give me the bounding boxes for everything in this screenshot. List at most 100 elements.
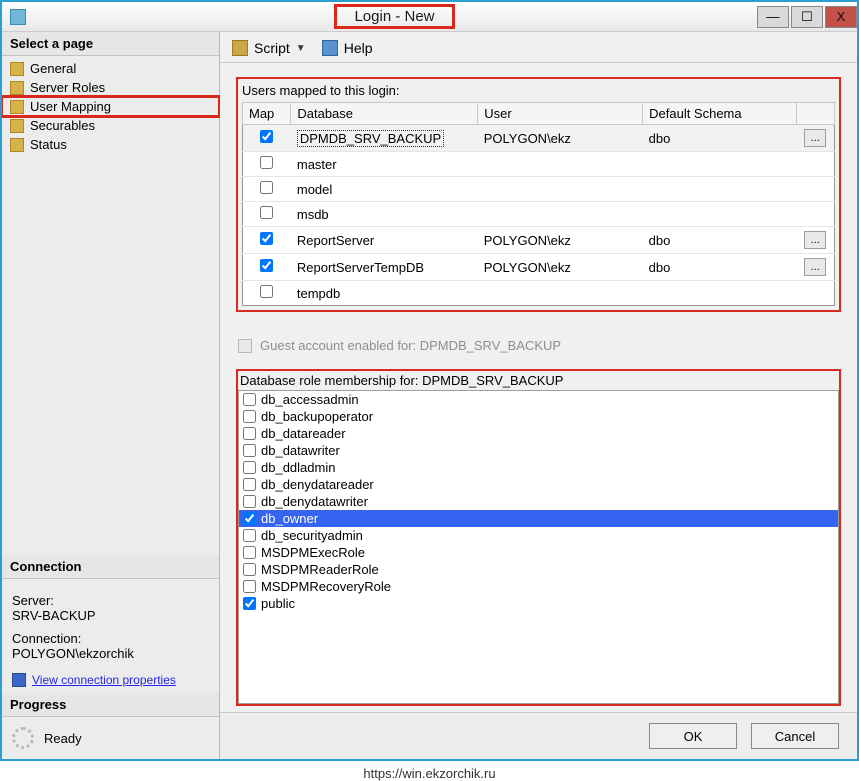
help-button[interactable]: Help <box>344 40 373 56</box>
role-item[interactable]: db_denydatawriter <box>239 493 838 510</box>
role-checkbox[interactable] <box>243 410 256 423</box>
role-name: MSDPMRecoveryRole <box>261 579 391 594</box>
role-item[interactable]: db_denydatareader <box>239 476 838 493</box>
role-name: MSDPMReaderRole <box>261 562 379 577</box>
role-checkbox[interactable] <box>243 580 256 593</box>
cancel-button[interactable]: Cancel <box>751 723 839 749</box>
roles-label: Database role membership for: DPMDB_SRV_… <box>240 373 837 388</box>
minimize-button[interactable]: — <box>757 6 789 28</box>
role-name: db_ddladmin <box>261 460 335 475</box>
map-checkbox[interactable] <box>260 206 273 219</box>
database-cell: model <box>297 182 332 197</box>
role-checkbox[interactable] <box>243 546 256 559</box>
role-checkbox[interactable] <box>243 461 256 474</box>
view-connection-properties-link[interactable]: View connection properties <box>32 673 176 687</box>
role-item[interactable]: db_owner <box>239 510 838 527</box>
table-row[interactable]: msdb <box>243 202 835 227</box>
page-icon <box>10 119 24 133</box>
roles-list: db_accessadmindb_backupoperatordb_datare… <box>238 390 839 704</box>
page-item-securables[interactable]: Securables <box>2 116 219 135</box>
schema-cell: dbo <box>643 254 797 281</box>
script-icon <box>232 40 248 56</box>
database-cell: DPMDB_SRV_BACKUP <box>297 130 444 147</box>
page-item-user-mapping[interactable]: User Mapping <box>2 97 219 116</box>
progress-spinner-icon <box>12 727 34 749</box>
schema-browse-button[interactable]: ... <box>804 231 826 249</box>
progress-status: Ready <box>44 731 82 746</box>
role-checkbox[interactable] <box>243 444 256 457</box>
table-row[interactable]: ReportServerPOLYGON\ekzdbo... <box>243 227 835 254</box>
map-checkbox[interactable] <box>260 130 273 143</box>
table-row[interactable]: tempdb <box>243 281 835 306</box>
page-item-general[interactable]: General <box>2 59 219 78</box>
progress-header: Progress <box>2 693 219 717</box>
guest-account-row: Guest account enabled for: DPMDB_SRV_BAC… <box>238 338 841 353</box>
role-item[interactable]: db_accessadmin <box>239 391 838 408</box>
role-name: db_datareader <box>261 426 346 441</box>
schema-browse-button[interactable]: ... <box>804 129 826 147</box>
schema-browse-button[interactable]: ... <box>804 258 826 276</box>
server-label: Server: <box>12 593 209 608</box>
progress-body: Ready <box>2 717 219 759</box>
page-item-server-roles[interactable]: Server Roles <box>2 78 219 97</box>
script-button[interactable]: Script <box>254 40 290 56</box>
map-checkbox[interactable] <box>260 156 273 169</box>
user-cell <box>478 281 643 306</box>
role-item[interactable]: MSDPMExecRole <box>239 544 838 561</box>
role-item[interactable]: db_backupoperator <box>239 408 838 425</box>
role-item[interactable]: MSDPMReaderRole <box>239 561 838 578</box>
role-item[interactable]: db_datareader <box>239 425 838 442</box>
role-checkbox[interactable] <box>243 597 256 610</box>
col-database[interactable]: Database <box>291 103 478 125</box>
role-item[interactable]: db_ddladmin <box>239 459 838 476</box>
role-item[interactable]: db_securityadmin <box>239 527 838 544</box>
table-row[interactable]: model <box>243 177 835 202</box>
role-checkbox[interactable] <box>243 478 256 491</box>
guest-checkbox <box>238 339 252 353</box>
schema-cell <box>643 152 797 177</box>
connection-label: Connection: <box>12 631 209 646</box>
maximize-button[interactable]: ☐ <box>791 6 823 28</box>
connection-body: Server: SRV-BACKUP Connection: POLYGON\e… <box>2 579 219 693</box>
schema-cell <box>643 202 797 227</box>
ok-button[interactable]: OK <box>649 723 737 749</box>
col-map[interactable]: Map <box>243 103 291 125</box>
role-item[interactable]: public <box>239 595 838 612</box>
map-checkbox[interactable] <box>260 259 273 272</box>
col-schema[interactable]: Default Schema <box>643 103 797 125</box>
role-name: db_denydatawriter <box>261 494 368 509</box>
user-cell: POLYGON\ekz <box>478 254 643 281</box>
user-cell <box>478 202 643 227</box>
map-checkbox[interactable] <box>260 232 273 245</box>
table-row[interactable]: DPMDB_SRV_BACKUP POLYGON\ekzdbo... <box>243 125 835 152</box>
page-icon <box>10 100 24 114</box>
role-item[interactable]: MSDPMRecoveryRole <box>239 578 838 595</box>
role-checkbox[interactable] <box>243 529 256 542</box>
users-mapped-label: Users mapped to this login: <box>242 83 835 98</box>
role-checkbox[interactable] <box>243 427 256 440</box>
role-checkbox[interactable] <box>243 512 256 525</box>
database-cell: ReportServerTempDB <box>297 260 424 275</box>
connection-header: Connection <box>2 555 219 579</box>
schema-cell: dbo <box>643 125 797 152</box>
role-name: db_denydatareader <box>261 477 374 492</box>
role-checkbox[interactable] <box>243 563 256 576</box>
col-user[interactable]: User <box>478 103 643 125</box>
role-name: db_owner <box>261 511 318 526</box>
database-cell: master <box>297 157 337 172</box>
map-checkbox[interactable] <box>260 181 273 194</box>
toolbar: Script ▼ Help <box>220 32 857 63</box>
role-checkbox[interactable] <box>243 495 256 508</box>
map-checkbox[interactable] <box>260 285 273 298</box>
role-item[interactable]: db_datawriter <box>239 442 838 459</box>
help-icon <box>322 40 338 56</box>
role-checkbox[interactable] <box>243 393 256 406</box>
table-row[interactable]: master <box>243 152 835 177</box>
user-cell: POLYGON\ekz <box>478 125 643 152</box>
table-row[interactable]: ReportServerTempDB POLYGON\ekzdbo... <box>243 254 835 281</box>
page-item-status[interactable]: Status <box>2 135 219 154</box>
schema-cell: dbo <box>643 227 797 254</box>
roles-group: Database role membership for: DPMDB_SRV_… <box>236 369 841 706</box>
close-button[interactable]: X <box>825 6 857 28</box>
script-dropdown-icon[interactable]: ▼ <box>296 43 306 54</box>
